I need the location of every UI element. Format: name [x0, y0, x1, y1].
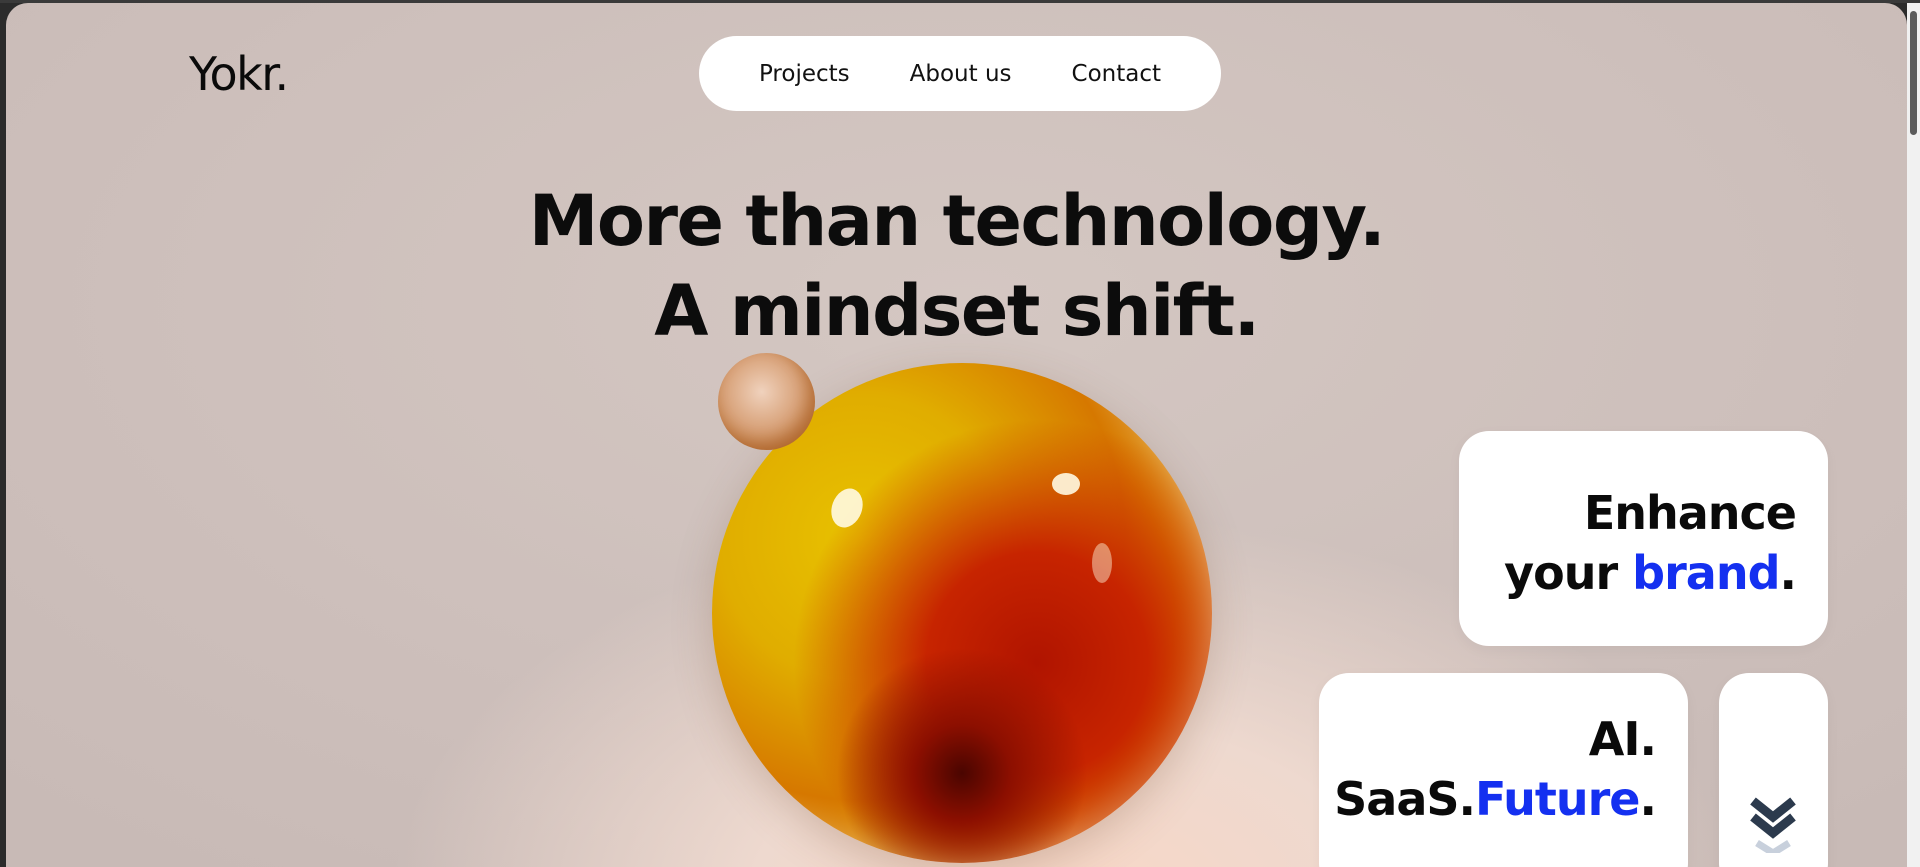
hero-sphere-small-image [718, 353, 815, 450]
card-period: . [1779, 546, 1798, 600]
vertical-scrollbar[interactable] [1907, 3, 1920, 867]
main-nav: Projects About us Contact [699, 36, 1221, 111]
hero-title: More than technology. A mindset shift. [6, 176, 1907, 356]
card-line: Enhance [1583, 486, 1797, 540]
double-chevron-down-icon [1750, 797, 1796, 853]
card-line: your [1504, 546, 1633, 600]
enhance-brand-card-text: Enhance your brand. [1504, 483, 1798, 603]
hero-title-line-1: More than technology. [528, 180, 1386, 262]
card-accent-word: Future [1475, 772, 1641, 826]
scroll-down-card[interactable] [1719, 673, 1828, 867]
hero-title-line-2: A mindset shift. [654, 270, 1260, 352]
card-line: SaaS. [1334, 772, 1476, 826]
ai-saas-future-card[interactable]: AI. SaaS.Future. [1319, 673, 1688, 867]
page-viewport: Yokr. Projects About us Contact More tha… [6, 3, 1907, 867]
card-line: AI. [1588, 712, 1657, 766]
scrollbar-thumb[interactable] [1910, 11, 1917, 135]
ai-saas-future-card-text: AI. SaaS.Future. [1334, 709, 1658, 829]
brand-logo[interactable]: Yokr. [189, 47, 289, 101]
card-period: . [1639, 772, 1658, 826]
nav-item-about[interactable]: About us [910, 61, 1012, 87]
enhance-brand-card[interactable]: Enhance your brand. [1459, 431, 1828, 646]
nav-item-contact[interactable]: Contact [1072, 61, 1161, 87]
nav-item-projects[interactable]: Projects [759, 61, 850, 87]
card-accent-word: brand [1632, 546, 1780, 600]
